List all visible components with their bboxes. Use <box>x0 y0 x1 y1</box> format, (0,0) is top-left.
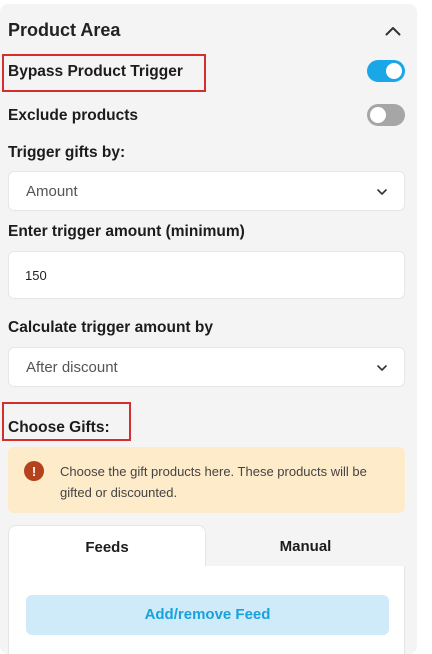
calculate-by-label: Calculate trigger amount by <box>8 319 213 336</box>
gift-source-tabs: Feeds Manual Add/remove Feed <box>8 525 405 654</box>
trigger-amount-field[interactable] <box>8 251 405 299</box>
trigger-gifts-by-label: Trigger gifts by: <box>8 144 126 161</box>
trigger-gifts-by-select[interactable]: Amount <box>8 171 405 211</box>
add-remove-feed-button[interactable]: Add/remove Feed <box>26 595 389 635</box>
chevron-down-icon <box>377 189 387 195</box>
select-value: Amount <box>26 183 78 200</box>
exclude-products-label: Exclude products <box>8 107 139 124</box>
chevron-up-icon <box>385 27 401 36</box>
product-area-panel: Product Area Bypass Product Trigger Excl… <box>0 4 417 654</box>
tab-label: Manual <box>279 538 332 555</box>
bypass-trigger-label: Bypass Product Trigger <box>8 63 183 80</box>
section-title: Product Area <box>8 20 121 40</box>
button-label: Add/remove Feed <box>144 606 271 623</box>
collapse-button[interactable] <box>382 20 404 42</box>
trigger-amount-input[interactable] <box>9 252 404 298</box>
calculate-by-select[interactable]: After discount <box>8 347 405 387</box>
select-value: After discount <box>26 359 118 376</box>
gift-info-alert: ! Choose the gift products here. These p… <box>8 447 405 513</box>
toggle-knob <box>386 63 402 79</box>
tab-label: Feeds <box>85 539 129 556</box>
feeds-tab-content: Add/remove Feed <box>8 566 405 654</box>
tab-manual[interactable]: Manual <box>206 525 405 567</box>
bypass-trigger-toggle[interactable] <box>367 60 405 82</box>
choose-gifts-label: Choose Gifts: <box>8 419 110 436</box>
exclamation-icon: ! <box>24 461 44 481</box>
toggle-knob <box>370 107 386 123</box>
chevron-down-icon <box>377 365 387 371</box>
exclude-products-toggle[interactable] <box>367 104 405 126</box>
trigger-amount-label: Enter trigger amount (minimum) <box>8 223 245 240</box>
tab-feeds[interactable]: Feeds <box>8 525 206 567</box>
alert-text: Choose the gift products here. These pro… <box>60 464 367 500</box>
